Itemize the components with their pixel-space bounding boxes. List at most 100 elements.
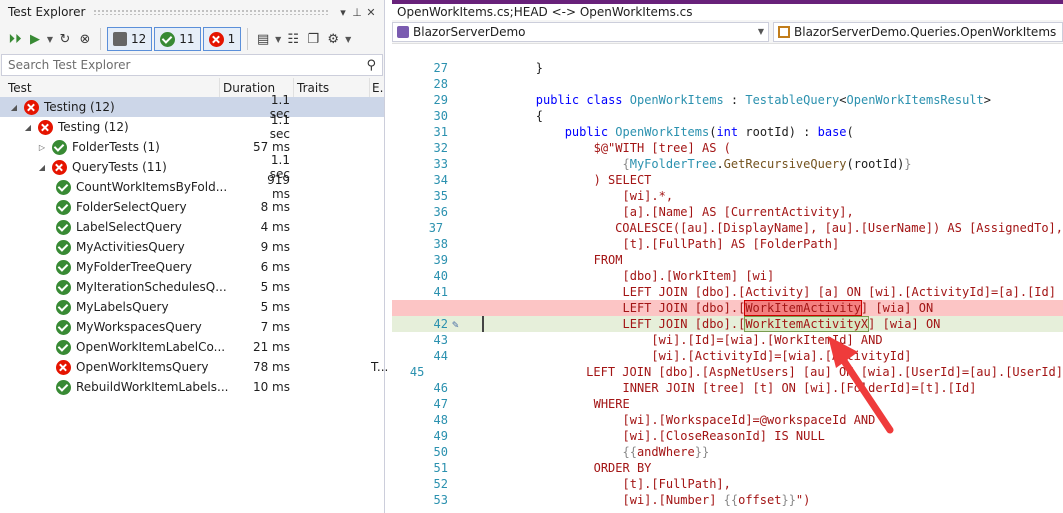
playlist-dropdown-icon[interactable]: ▼ [274, 28, 282, 50]
code-line[interactable]: 37 COALESCE([au].[DisplayName], [au].[Us… [392, 220, 1063, 236]
pin-icon[interactable]: ⊥ [350, 6, 364, 19]
test-explorer-toolbar: ⏵⏵ ▶ ▼ ↻ ⊗ 12 11 1 ▤ ▼ ☷ ❐ ⚙ ▼ [0, 24, 384, 54]
tree-row[interactable]: ◢ Testing (12) 1.1 sec [0, 93, 384, 121]
code-text: INNER JOIN [tree] [t] ON [wi].[FolderId]… [622, 381, 977, 395]
line-number: 32 [433, 141, 448, 155]
tree-row[interactable]: MyIterationSchedulesQ... 5 ms [0, 277, 384, 297]
class-dropdown[interactable]: BlazorServerDemo.Queries.OpenWorkItems [773, 21, 1063, 42]
line-number: 38 [433, 237, 448, 251]
tree-row[interactable]: ◢ Testing (12) 1.1 sec [0, 113, 384, 141]
code-line[interactable]: 38 [t].[FullPath] AS [FolderPath] [392, 236, 1063, 252]
total-count: 12 [131, 32, 147, 46]
code-line[interactable]: 41 LEFT JOIN [dbo].[Activity] [a] ON [wi… [392, 284, 1063, 300]
copy-icon[interactable]: ❐ [304, 28, 322, 50]
repeat-last-run-icon[interactable]: ↻ [56, 28, 74, 50]
test-name: QueryTests (11) [72, 160, 167, 174]
window-position-dropdown-icon[interactable]: ▾ [336, 6, 350, 19]
test-name: OpenWorkItemLabelCo... [76, 340, 226, 354]
test-duration: 10 ms [252, 380, 290, 394]
flask-icon [113, 32, 127, 46]
code-line[interactable]: 30 { [392, 108, 1063, 124]
tree-row[interactable]: ◢ QueryTests (11) 1.1 sec [0, 153, 384, 181]
tree-row[interactable]: FolderSelectQuery 8 ms [0, 197, 384, 217]
tree-row[interactable]: MyActivitiesQuery 9 ms [0, 237, 384, 257]
code-line[interactable]: 48 [wi].[WorkspaceId]=@workspaceId AND [392, 412, 1063, 428]
code-line[interactable]: 36 [a].[Name] AS [CurrentActivity], [392, 204, 1063, 220]
code-line[interactable]: 33 {MyFolderTree.GetRecursiveQuery(rootI… [392, 156, 1063, 172]
code-line[interactable]: 51 ORDER BY [392, 460, 1063, 476]
run-all-icon[interactable]: ⏵⏵ [6, 28, 24, 50]
tree-row[interactable]: OpenWorkItemLabelCo... 21 ms [0, 337, 384, 357]
total-tests-filter-button[interactable]: 12 [107, 27, 153, 51]
code-text: [t].[FullPath] AS [FolderPath] [622, 237, 840, 251]
project-dropdown[interactable]: BlazorServerDemo ▼ [392, 21, 769, 42]
code-line[interactable]: 44 [wi].[ActivityId]=[wia].[ActivityId] [392, 348, 1063, 364]
code-line[interactable]: 28 [392, 76, 1063, 92]
code-line[interactable]: 43 [wi].[Id]=[wia].[WorkItemId] AND [392, 332, 1063, 348]
passed-icon [56, 319, 71, 335]
code-line[interactable]: 47 WHERE [392, 396, 1063, 412]
code-line[interactable]: 52 [t].[FullPath], [392, 476, 1063, 492]
tree-row[interactable]: RebuildWorkItemLabels... 10 ms [0, 377, 384, 397]
code-line[interactable]: 31 public OpenWorkItems(int rootId) : ba… [392, 124, 1063, 140]
collapse-icon[interactable]: ◢ [23, 123, 33, 132]
code-line[interactable]: 53 [wi].[Number] {{offset}}") [392, 492, 1063, 508]
column-header-traits[interactable]: Traits [294, 78, 370, 98]
run-dropdown-icon[interactable]: ▼ [46, 28, 54, 50]
column-header-error[interactable]: E. [370, 78, 384, 98]
test-name: MyWorkspacesQuery [76, 320, 202, 334]
test-duration: 8 ms [260, 200, 290, 214]
failed-tests-filter-button[interactable]: 1 [202, 27, 242, 51]
tree-row[interactable]: OpenWorkItemsQuery 78 ms T... [0, 357, 388, 377]
code-text: } [478, 61, 544, 75]
column-header-test[interactable]: Test [0, 78, 220, 98]
settings-gear-icon[interactable]: ⚙ [324, 28, 342, 50]
expand-icon[interactable]: ▷ [37, 143, 47, 152]
collapse-icon[interactable]: ◢ [9, 103, 19, 112]
test-duration: 78 ms [252, 360, 290, 374]
close-icon[interactable]: ✕ [364, 6, 378, 19]
code-line[interactable]: 34 ) SELECT [392, 172, 1063, 188]
code-line-removed[interactable]: LEFT JOIN [dbo].[WorkItemActivity] [wia]… [392, 300, 1063, 316]
class-name: BlazorServerDemo.Queries.OpenWorkItems [794, 24, 1057, 39]
code-line[interactable]: 27 } [392, 60, 1063, 76]
tree-row[interactable]: MyWorkspacesQuery 7 ms [0, 317, 384, 337]
tree-row-name: MyIterationSchedulesQ... [0, 279, 250, 295]
drag-grip[interactable] [93, 9, 328, 15]
code-line[interactable]: 45 LEFT JOIN [dbo].[AspNetUsers] [au] ON… [392, 364, 1063, 380]
code-line[interactable]: 50 {{andWhere}} [392, 444, 1063, 460]
tree-row[interactable]: LabelSelectQuery 4 ms [0, 217, 384, 237]
passed-tests-filter-button[interactable]: 11 [154, 27, 201, 51]
search-input[interactable]: Search Test Explorer ⚲ [1, 54, 383, 76]
playlist-icon[interactable]: ▤ [254, 28, 272, 50]
code-line[interactable]: 46 INNER JOIN [tree] [t] ON [wi].[Folder… [392, 380, 1063, 396]
group-by-icon[interactable]: ☷ [284, 28, 302, 50]
code-line[interactable]: 32 $@"WITH [tree] AS ( [392, 140, 1063, 156]
code-line[interactable]: 40 [dbo].[WorkItem] [wi] [392, 268, 1063, 284]
tree-row[interactable]: MyLabelsQuery 5 ms [0, 297, 384, 317]
test-duration: 21 ms [252, 340, 290, 354]
column-headers: Test Duration Traits E. [0, 78, 384, 99]
code-text: [wi].[WorkspaceId]=@workspaceId AND [622, 413, 876, 427]
code-line-added[interactable]: 42 LEFT JOIN [dbo].[WorkItemActivityX] [… [392, 316, 1063, 332]
tree-row[interactable]: CountWorkItemsByFold... 919 ms [0, 173, 384, 201]
code-line[interactable]: 35 [wi].*, [392, 188, 1063, 204]
search-icon[interactable]: ⚲ [366, 58, 376, 73]
code-text: ORDER BY [593, 461, 652, 475]
run-icon[interactable]: ▶ [26, 28, 44, 50]
tree-row[interactable]: ▷ FolderTests (1) 57 ms [0, 137, 384, 157]
line-number: 49 [433, 429, 448, 443]
cancel-run-icon[interactable]: ⊗ [76, 28, 94, 50]
collapse-icon[interactable]: ◢ [37, 163, 47, 172]
chevron-down-icon: ▼ [757, 27, 764, 36]
code-line[interactable]: 29 public class OpenWorkItems : Testable… [392, 92, 1063, 108]
search-placeholder: Search Test Explorer [8, 58, 131, 72]
editor-tab[interactable]: OpenWorkItems.cs;HEAD <-> OpenWorkItems.… [392, 0, 1063, 20]
tree-row[interactable]: MyFolderTreeQuery 6 ms [0, 257, 384, 277]
code-area[interactable]: 27 } 28 29 public class OpenWorkItems : Te… [392, 60, 1063, 513]
test-duration: 5 ms [260, 280, 290, 294]
settings-dropdown-icon[interactable]: ▼ [344, 28, 352, 50]
code-line[interactable]: 39 FROM [392, 252, 1063, 268]
edit-pencil-icon[interactable]: ✎ [452, 318, 459, 331]
code-line[interactable]: 49 [wi].[CloseReasonId] IS NULL [392, 428, 1063, 444]
